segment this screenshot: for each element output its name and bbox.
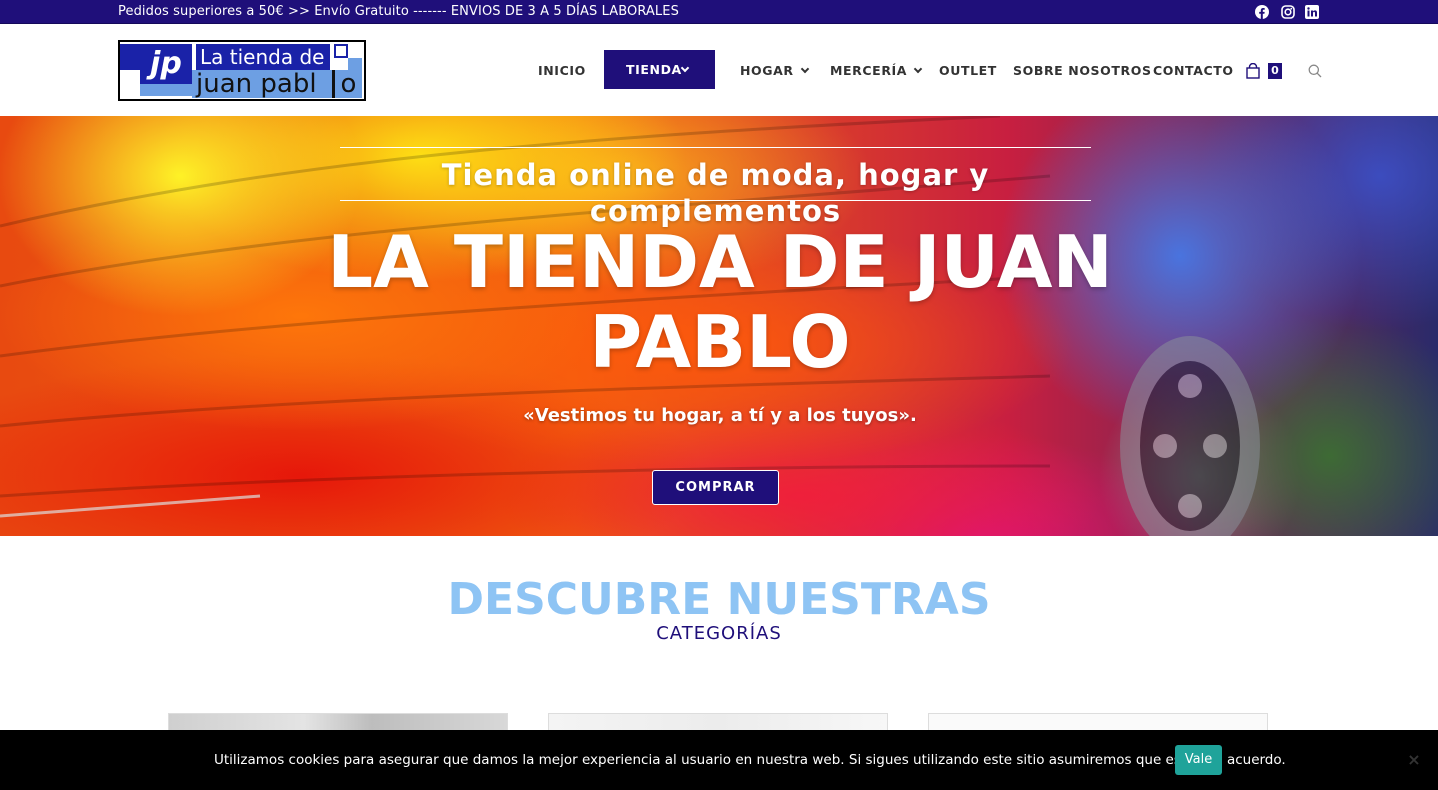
chevron-down-icon <box>913 64 923 74</box>
nav-item-outlet[interactable]: OUTLET <box>939 61 997 81</box>
cart-count-badge: 0 <box>1268 63 1282 79</box>
hero-title: LA TIENDA DE JUAN PABLO <box>327 220 1113 384</box>
cookie-message: Utilizamos cookies para asegurar que dam… <box>214 752 1286 768</box>
linkedin-icon[interactable] <box>1305 5 1319 19</box>
categories-subheading: CATEGORÍAS <box>656 623 782 644</box>
nav-item-merceria[interactable]: MERCERÍA <box>830 61 923 81</box>
top-announcement-bar: Pedidos superiores a 50€ >> Envío Gratui… <box>0 0 1438 24</box>
cart-button[interactable]: 0 <box>1246 61 1286 81</box>
nav-item-sobre-nosotros[interactable]: SOBRE NOSOTROS <box>1013 61 1152 81</box>
cookie-banner: Utilizamos cookies para asegurar que dam… <box>0 730 1438 790</box>
hero-tagline: «Vestimos tu hogar, a tí y a los tuyos». <box>523 405 917 426</box>
nav-item-hogar[interactable]: HOGAR <box>740 61 809 81</box>
chevron-down-icon <box>680 63 690 73</box>
nav-item-contacto[interactable]: CONTACTO <box>1153 61 1234 81</box>
close-icon[interactable]: × <box>1400 752 1428 768</box>
categories-heading: DESCUBRE NUESTRAS <box>447 574 991 625</box>
hero-subtitle: Tienda online de moda, hogar y complemen… <box>441 158 990 228</box>
shopping-bag-icon <box>1246 63 1260 79</box>
nav-item-tienda[interactable]: TIENDA <box>604 50 715 89</box>
chevron-down-icon <box>800 64 809 74</box>
site-header: jp La tienda de juan pabl o INICIO TIEND… <box>0 24 1438 116</box>
logo-graphic: jp La tienda de juan pabl o <box>120 42 364 99</box>
hero-subtitle-frame: Tienda online de moda, hogar y complemen… <box>340 147 1091 228</box>
facebook-icon[interactable] <box>1255 5 1269 19</box>
instagram-icon[interactable] <box>1281 5 1295 19</box>
shipping-notice: Pedidos superiores a 50€ >> Envío Gratui… <box>118 4 679 19</box>
nav-item-inicio[interactable]: INICIO <box>538 61 586 81</box>
accept-cookies-button[interactable]: Vale <box>1175 745 1222 775</box>
hero-banner: Tienda online de moda, hogar y complemen… <box>0 116 1438 536</box>
shop-button[interactable]: COMPRAR <box>652 470 779 505</box>
site-logo[interactable]: jp La tienda de juan pabl o <box>118 40 366 101</box>
search-icon[interactable] <box>1308 63 1322 78</box>
